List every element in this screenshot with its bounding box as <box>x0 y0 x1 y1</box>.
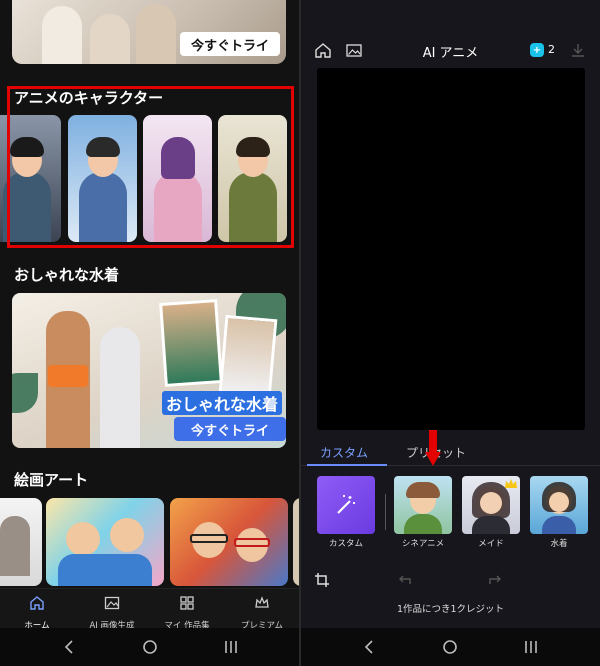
highlight-frame <box>7 86 294 248</box>
style-maid[interactable]: メイド <box>462 476 520 549</box>
art-card[interactable] <box>46 498 164 586</box>
nav-my-works[interactable]: マイ 作品集 <box>150 589 224 631</box>
style-separator <box>385 494 386 530</box>
banner-figure <box>90 14 130 64</box>
photo-card <box>218 314 278 400</box>
credit-note: 1作品につき1クレジット <box>396 604 505 615</box>
arrow-down-icon <box>425 430 441 466</box>
grid-icon <box>180 596 194 610</box>
home-icon <box>30 596 44 610</box>
bottom-navigation: ホーム AI 画像生成 マイ 作品集 プレミアム <box>0 588 299 631</box>
art-section-title: 絵画アート <box>14 471 89 489</box>
crown-icon <box>505 479 517 488</box>
recents-icon[interactable] <box>520 637 542 657</box>
header: AI アニメ + 2 <box>301 32 600 68</box>
swimsuit-section-title: おしゃれな水着 <box>14 266 120 284</box>
banner-figure <box>136 4 176 64</box>
tab-bar: カスタム プリセット <box>301 438 600 466</box>
style-label: メイド <box>478 539 504 549</box>
home-circle-icon[interactable] <box>139 637 161 657</box>
tab-custom[interactable]: カスタム <box>320 444 368 461</box>
photo-card <box>159 299 223 387</box>
magic-wand-icon <box>337 495 355 514</box>
image-generate-icon <box>104 596 120 610</box>
recents-icon[interactable] <box>220 637 242 657</box>
try-now-button[interactable]: 今すぐトライ <box>174 417 286 441</box>
art-card[interactable] <box>170 498 288 586</box>
crop-icon[interactable] <box>314 572 330 588</box>
swimsuit-banner[interactable]: おしゃれな水着 今すぐトライ <box>12 293 286 448</box>
back-icon[interactable] <box>358 637 380 657</box>
back-icon[interactable] <box>58 637 80 657</box>
undo-icon[interactable] <box>398 572 414 588</box>
style-custom[interactable]: カスタム <box>317 476 375 549</box>
style-label: カスタム <box>328 539 363 549</box>
try-now-button[interactable]: 今すぐトライ <box>180 32 280 56</box>
nav-premium[interactable]: プレミアム <box>225 589 299 631</box>
swimsuit-banner-text: おしゃれな水着 <box>162 391 283 415</box>
image-canvas[interactable] <box>317 68 585 430</box>
ai-anime-screen: AI アニメ + 2 カスタム プリセット カスタム シネアニメ <box>301 0 600 666</box>
nav-home[interactable]: ホーム <box>0 589 74 631</box>
tab-underline <box>307 464 387 466</box>
nav-ai-image[interactable]: AI 画像生成 <box>75 589 149 631</box>
download-icon[interactable] <box>569 42 587 58</box>
art-card[interactable] <box>0 498 42 586</box>
banner-figure <box>100 327 140 448</box>
page-title: AI アニメ <box>422 46 479 61</box>
style-label: シネアニメ <box>401 539 445 549</box>
style-label: 水着 <box>550 539 568 549</box>
home-circle-icon[interactable] <box>439 637 461 657</box>
style-cine-anime[interactable]: シネアニメ <box>394 476 452 549</box>
redo-icon[interactable] <box>486 572 502 588</box>
system-navigation <box>0 628 299 666</box>
leaf-decoration <box>12 373 38 413</box>
banner-figure <box>42 6 82 64</box>
system-navigation <box>301 628 600 666</box>
style-swimsuit[interactable]: 水着 <box>530 476 588 549</box>
crown-icon <box>255 596 269 608</box>
credit-count: 2 <box>548 43 555 56</box>
banner-figure <box>48 365 88 387</box>
top-banner[interactable]: 今すぐトライ <box>12 0 286 64</box>
credit-icon: + <box>530 43 544 57</box>
home-screen: 今すぐトライ アニメのキャラクター おしゃれな水着 おしゃれな水着 今すぐトライ… <box>0 0 299 666</box>
